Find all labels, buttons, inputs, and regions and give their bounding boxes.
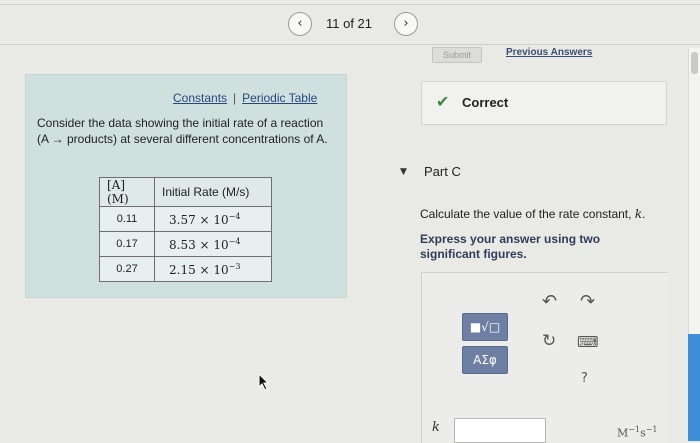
rate-mantissa: 2.15 × 10 bbox=[169, 262, 229, 277]
next-question-button[interactable]: › bbox=[394, 12, 418, 36]
part-title[interactable]: Part C bbox=[424, 164, 461, 179]
question-variable: k bbox=[634, 207, 643, 221]
initial-rate-header: Initial Rate (M/s) bbox=[154, 177, 272, 207]
mouse-cursor-icon bbox=[258, 373, 270, 391]
problem-panel: Constants | Periodic Table Consider the da… bbox=[25, 74, 347, 298]
redo-icon[interactable]: ↷ bbox=[580, 291, 595, 312]
rate-cell: 2.15 × 10−3 bbox=[154, 256, 272, 282]
rate-exponent: −4 bbox=[228, 236, 241, 246]
help-icon[interactable]: ? bbox=[581, 371, 588, 386]
rate-exponent: −4 bbox=[228, 211, 241, 221]
checkmark-icon: ✔ bbox=[436, 92, 450, 111]
answer-units: M−1s−1 bbox=[617, 425, 658, 440]
concentration-cell: 0.17 bbox=[99, 231, 155, 257]
rate-cell: 8.53 × 10−4 bbox=[154, 231, 272, 257]
correct-label: Correct bbox=[462, 95, 509, 110]
submit-button: Submit bbox=[432, 47, 482, 63]
rate-mantissa: 3.57 × 10 bbox=[169, 212, 229, 227]
units-exponent: −1 bbox=[645, 425, 658, 434]
answer-input[interactable] bbox=[454, 418, 546, 443]
rate-exponent: −3 bbox=[228, 261, 241, 271]
question-counter: 11 of 21 bbox=[326, 16, 373, 31]
collapse-caret-icon[interactable]: ▼ bbox=[400, 167, 407, 177]
header-bottom-divider bbox=[0, 44, 700, 45]
question-prefix: Calculate the value of the rate constant… bbox=[420, 207, 635, 221]
header-top-divider bbox=[0, 4, 700, 5]
table-row: 0.11 3.57 × 10−4 bbox=[99, 206, 272, 232]
keyboard-icon[interactable]: ⌨ bbox=[577, 333, 599, 351]
table-header-row: [A] (M) Initial Rate (M/s) bbox=[99, 177, 272, 207]
template-button[interactable]: ■√□ bbox=[462, 313, 508, 341]
side-accent-bar bbox=[688, 334, 700, 441]
question-suffix: . bbox=[642, 207, 646, 221]
undo-icon[interactable]: ↶ bbox=[542, 291, 557, 312]
table-row: 0.17 8.53 × 10−4 bbox=[99, 231, 272, 257]
question-pager: ‹ 11 of 21 › bbox=[288, 12, 418, 38]
constants-link[interactable]: Constants bbox=[173, 91, 227, 105]
greek-symbols-button[interactable]: ΑΣφ bbox=[462, 346, 508, 374]
resource-links: Constants | Periodic Table bbox=[173, 91, 317, 105]
answer-variable-label: k bbox=[432, 420, 440, 435]
concentration-cell: 0.11 bbox=[99, 206, 155, 232]
question-text: Calculate the value of the rate constant… bbox=[420, 207, 645, 221]
reset-icon[interactable]: ↻ bbox=[542, 331, 556, 351]
table-row: 0.27 2.15 × 10−3 bbox=[99, 256, 272, 282]
problem-statement: Consider the data showing the initial ra… bbox=[37, 116, 328, 146]
scrollbar-thumb[interactable] bbox=[691, 52, 698, 74]
correct-feedback: ✔ Correct bbox=[421, 81, 667, 125]
concentration-header: [A] (M) bbox=[99, 177, 155, 207]
units-base: M bbox=[617, 426, 629, 440]
units-exponent: −1 bbox=[628, 425, 641, 434]
previous-answers-link[interactable]: Previous Answers bbox=[506, 47, 592, 58]
answer-instruction: Express your answer using two significan… bbox=[420, 232, 601, 261]
previous-question-button[interactable]: ‹ bbox=[288, 12, 312, 36]
rate-data-table: [A] (M) Initial Rate (M/s) 0.11 3.57 × 1… bbox=[99, 177, 272, 282]
rate-cell: 3.57 × 10−4 bbox=[154, 206, 272, 232]
periodic-table-link[interactable]: Periodic Table bbox=[242, 91, 317, 105]
link-separator: | bbox=[233, 91, 237, 105]
concentration-cell: 0.27 bbox=[99, 256, 155, 282]
rate-mantissa: 8.53 × 10 bbox=[169, 237, 229, 252]
